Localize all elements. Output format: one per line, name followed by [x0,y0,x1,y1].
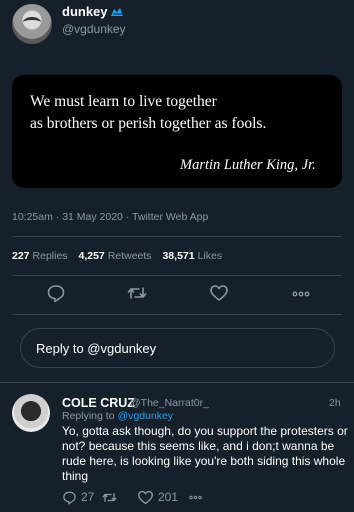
divider [12,236,342,237]
avatar[interactable] [12,4,52,44]
replying-to-prefix: Replying to [62,410,115,422]
more-options-button[interactable] [291,283,311,303]
reply-time[interactable]: 2h [329,397,341,409]
reply-text: Yo, gotta ask though, do you support the… [62,424,348,483]
replies-count[interactable]: 227 [12,250,30,262]
like-button[interactable] [209,283,229,303]
quote-author: Martin Luther King, Jr. [180,157,316,173]
likes-count[interactable]: 38,571 [162,250,194,262]
quote-line-2: as brothers or perish together as fools. [30,115,267,132]
reply-icon [47,285,65,303]
replying-to-handle[interactable]: @vgdunkey [117,410,173,422]
retweets-count[interactable]: 4,257 [78,250,104,262]
likes-label[interactable]: Likes [198,250,223,262]
reply-author-handle[interactable]: @The_Narrat0r_ [130,397,209,409]
more-icon [189,495,202,499]
reply-more-button[interactable] [188,489,207,505]
quote-line-1: We must learn to live together [30,93,217,110]
like-icon [210,285,228,301]
retweets-label[interactable]: Retweets [108,250,152,262]
retweet-icon [102,492,117,502]
author-handle[interactable]: @vgdunkey [62,22,126,36]
tweet-stats: 227 Replies 4,257 Retweets 38,571 Likes [12,250,230,262]
replies-label[interactable]: Replies [33,250,68,262]
verified-badge-icon [111,8,123,16]
divider [12,275,342,276]
reply-like-button[interactable]: 201 [137,489,178,505]
reply-avatar[interactable] [12,394,50,432]
reply-input-placeholder[interactable]: Reply to @vgdunkey [36,341,156,356]
reply-like-count: 201 [158,490,179,504]
replying-to: Replying to @vgdunkey [62,410,173,422]
tweet-timestamp[interactable]: 10:25am · 31 May 2020 · Twitter Web App [12,211,208,223]
reply-reply-count: 27 [81,490,95,504]
retweet-icon [127,287,147,299]
reply-button[interactable] [46,283,66,303]
divider [0,382,354,383]
reply-author-name[interactable]: COLE CRUZ [62,396,135,410]
reply-icon [63,491,76,505]
divider [12,314,342,315]
more-icon [292,291,310,297]
reply-reply-button[interactable]: 27 [62,489,94,505]
reply-retweet-button[interactable] [102,489,121,505]
like-icon [138,490,153,504]
author-display-name[interactable]: dunkey [62,4,108,19]
quote-text: We must learn to live together as brothe… [30,91,330,135]
retweet-button[interactable] [127,283,147,303]
